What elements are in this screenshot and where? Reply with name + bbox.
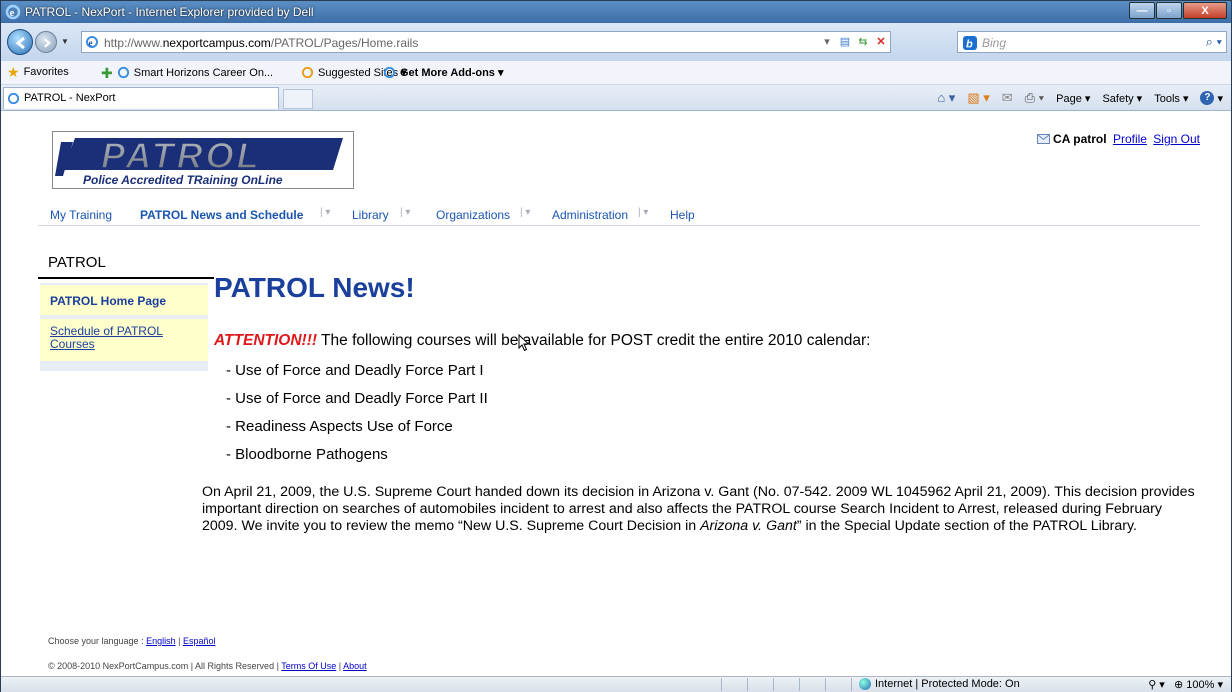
help-menu[interactable]: ? ▾ [1200,91,1223,105]
mouse-cursor-icon [518,334,530,352]
dropdown-icon[interactable]: ▾ [820,35,834,49]
browser-window: e PATROL - NexPort - Internet Explorer p… [0,0,1232,692]
fav-link-smart-horizons[interactable]: ✚ Smart Horizons Career On... [101,66,273,80]
search-box[interactable]: b Bing ⌕ ▾ [957,31,1227,53]
svg-text:b: b [966,39,973,51]
sidebar-item-schedule[interactable]: Schedule of PATROL Courses [40,319,208,361]
tab-patrol-nexport[interactable]: PATROL - NexPort [3,87,279,109]
nav-administration[interactable]: Administration [552,208,628,222]
attention-text: The following courses will be available … [317,332,871,349]
ie-logo-icon: e [5,4,21,20]
address-row: ▼ e http://www.nexportcampus.com/PATROL/… [1,23,1231,61]
envelope-icon[interactable] [1036,134,1050,144]
home-icon[interactable]: ⌂ ▾ [937,90,955,106]
recent-pages-dropdown[interactable]: ▼ [61,37,69,46]
nav-library[interactable]: Library [352,208,389,222]
ie-page-icon [301,66,314,79]
nav-divider [38,225,1200,226]
favorites-bar: ★ Favorites ✚ Smart Horizons Career On..… [1,61,1231,85]
refresh-icon[interactable]: ⇆ [856,35,870,49]
search-placeholder: Bing [982,36,1007,50]
nav-patrol-news-and-schedule[interactable]: PATROL News and Schedule [140,208,303,222]
close-window-button[interactable]: X [1183,2,1227,19]
lang-spanish-link[interactable]: Español [183,636,216,646]
user-name: CA patrol [1053,132,1107,146]
favorites-button[interactable]: ★ Favorites [7,64,69,80]
ie-tab-icon [7,92,20,105]
about-link[interactable]: About [343,661,367,671]
address-bar[interactable]: e http://www.nexportcampus.com/PATROL/Pa… [81,31,891,53]
language-selector: Choose your language : English | Español [48,636,216,646]
list-item: - Readiness Aspects Use of Force [226,418,453,435]
list-item: - Bloodborne Pathogens [226,446,388,463]
patrol-logo-image: PATROL Police Accredited TRaining OnLine [55,134,343,187]
bing-icon: b [963,36,977,51]
user-box: CA patrol Profile Sign Out [1036,132,1200,146]
nav-dropdown-icon[interactable]: | ▾ [638,207,648,218]
title-bar: e PATROL - NexPort - Internet Explorer p… [1,1,1231,23]
search-icon[interactable]: ⌕ ▾ [1206,34,1222,50]
protected-mode-icon[interactable]: ⚲ ▾ [1148,679,1165,691]
svg-text:e: e [89,38,93,48]
maximize-button[interactable]: ▫ [1156,2,1182,19]
sidebar-title: PATROL [48,254,106,271]
svg-text:Police Accredited TRaining OnL: Police Accredited TRaining OnLine [83,173,283,187]
page-heading: PATROL News! [214,272,415,303]
forward-button[interactable] [35,31,57,53]
feeds-icon[interactable]: ▧ ▾ [967,90,989,106]
tab-bar: PATROL - NexPort ⌂ ▾ ▧ ▾ ✉ ⎙ ▾ Page ▾ Sa… [1,85,1231,111]
list-item: - Use of Force and Deadly Force Part II [226,390,488,407]
star-icon: ★ [7,64,20,80]
arrow-left-icon [15,36,25,50]
list-item: - Use of Force and Deadly Force Part I [226,362,484,379]
news-paragraph: On April 21, 2009, the U.S. Supreme Cour… [202,484,1195,534]
attention-label: ATTENTION!!! [214,332,318,349]
zoom-icon: ⊕ [1174,679,1184,691]
help-icon: ? [1200,91,1215,105]
add-favorite-icon[interactable]: ✚ [101,66,113,80]
window-title: PATROL - NexPort - Internet Explorer pro… [25,5,314,19]
lang-english-link[interactable]: English [146,636,176,646]
compatibility-icon[interactable]: ▤ [838,35,852,49]
main-nav: My Training PATROL News and Schedule | ▾… [50,207,1200,226]
nav-dropdown-icon[interactable]: | ▾ [520,207,530,218]
nav-help[interactable]: Help [670,208,695,222]
terms-link[interactable]: Terms Of Use [281,661,336,671]
address-url[interactable]: http://www.nexportcampus.com/PATROL/Page… [104,36,418,50]
mail-icon[interactable]: ✉ [1002,90,1013,106]
sidebar-divider [38,277,214,279]
sidebar-item-home[interactable]: PATROL Home Page [40,285,208,315]
course-list: - Use of Force and Deadly Force Part I -… [226,362,488,474]
nav-dropdown-icon[interactable]: | ▾ [400,207,410,218]
safety-menu[interactable]: Safety ▾ [1102,92,1142,105]
copyright-footer: © 2008-2010 NexPortCampus.com | All Righ… [48,661,367,671]
sign-out-link[interactable]: Sign Out [1153,132,1200,146]
nav-dropdown-icon[interactable]: | ▾ [320,207,330,218]
page-menu[interactable]: Page ▾ [1056,92,1090,105]
page-icon: e [86,36,98,48]
globe-icon [859,678,871,690]
status-bar: Internet | Protected Mode: On ⚲ ▾ ⊕ 100%… [1,676,1231,692]
ie-page-icon [383,66,396,79]
nav-organizations[interactable]: Organizations [436,208,510,222]
new-tab-button[interactable] [283,89,313,109]
attention-notice: ATTENTION!!! The following courses will … [214,332,870,350]
zoom-control[interactable]: ⚲ ▾ ⊕ 100% ▾ [1148,678,1223,691]
tools-menu[interactable]: Tools ▾ [1154,92,1188,105]
web-page: PATROL Police Accredited TRaining OnLine… [2,112,1230,676]
ie-page-icon [117,66,129,79]
profile-link[interactable]: Profile [1113,132,1147,146]
nav-my-training[interactable]: My Training [50,208,112,222]
back-button[interactable] [7,29,33,55]
print-icon[interactable]: ⎙ ▾ [1025,90,1044,106]
svg-text:PATROL: PATROL [101,135,262,176]
arrow-right-icon [44,38,52,48]
stop-icon[interactable]: ✕ [874,35,888,49]
sidebar-nav: PATROL Home Page Schedule of PATROL Cour… [40,283,208,371]
svg-text:e: e [10,7,15,19]
security-zone[interactable]: Internet | Protected Mode: On [859,678,1020,690]
patrol-logo[interactable]: PATROL Police Accredited TRaining OnLine [52,131,354,189]
minimize-button[interactable]: — [1129,2,1155,19]
fav-link-get-more-addons[interactable]: Get More Add-ons ▾ [383,66,504,79]
